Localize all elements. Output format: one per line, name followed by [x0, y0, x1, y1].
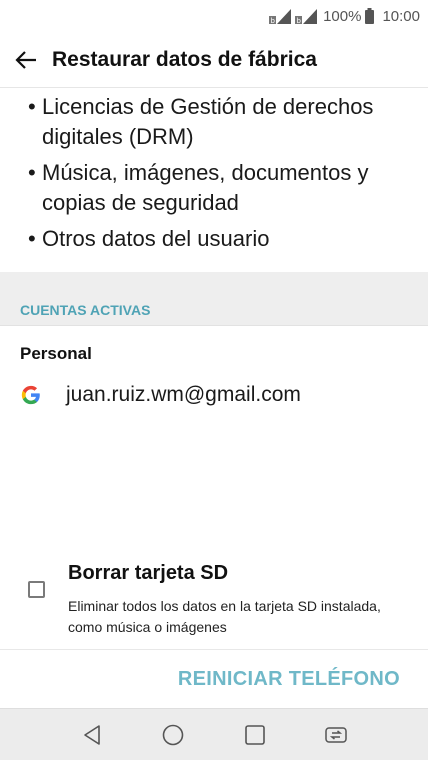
battery-percent: 100%: [323, 7, 362, 25]
list-item-text: Música, imágenes, documentos y copias de…: [42, 160, 369, 215]
list-item-text: Otros datos del usuario: [42, 226, 270, 251]
page-title: Restaurar datos de fábrica: [52, 47, 317, 71]
arrow-left-icon: [15, 50, 36, 69]
account-group-title: Personal: [20, 344, 92, 363]
svg-text:b: b: [297, 17, 302, 24]
signal-icon: b: [269, 9, 292, 24]
erase-sd-option[interactable]: Borrar tarjeta SD Eliminar todos los dat…: [0, 556, 428, 650]
data-list: • Licencias de Gestión de derechos digit…: [0, 88, 428, 272]
section-header-active-accounts: CUENTAS ACTIVAS: [0, 272, 428, 326]
screen: b b 100% 10:00 Restaurar datos de fábric…: [0, 0, 428, 760]
battery-icon: [365, 8, 375, 24]
nav-back-icon[interactable]: [80, 723, 104, 747]
list-item: • Otros datos del usuario: [28, 224, 398, 254]
signal-icon-secondary: b: [295, 9, 318, 24]
bullet-dot: •: [28, 160, 36, 185]
erase-sd-checkbox[interactable]: [28, 581, 45, 598]
google-icon: [21, 385, 40, 405]
action-row: REINICIAR TELÉFONO: [0, 651, 428, 707]
bullet-dot: •: [28, 226, 36, 251]
app-bar: Restaurar datos de fábrica: [0, 32, 428, 88]
nav-switch-sim-icon[interactable]: [324, 723, 348, 747]
erase-sd-title: Borrar tarjeta SD: [68, 562, 229, 584]
navigation-bar: [0, 708, 428, 760]
status-time: 10:00: [382, 7, 420, 25]
nav-home-icon[interactable]: [161, 723, 185, 747]
back-button[interactable]: [0, 32, 52, 88]
bullet-dot: •: [28, 94, 36, 119]
reset-phone-button[interactable]: REINICIAR TELÉFONO: [178, 668, 400, 691]
account-item[interactable]: juan.ruiz.wm@gmail.com: [20, 383, 301, 407]
list-item: • Música, imágenes, documentos y copias …: [28, 158, 398, 218]
nav-recents-icon[interactable]: [243, 723, 267, 747]
erase-sd-description: Eliminar todos los datos en la tarjeta S…: [68, 598, 381, 635]
list-item-text: Licencias de Gestión de derechos digital…: [42, 94, 374, 149]
status-bar: b b 100% 10:00: [0, 0, 428, 32]
list-item: • Licencias de Gestión de derechos digit…: [28, 92, 398, 152]
svg-text:b: b: [271, 17, 276, 24]
account-email: juan.ruiz.wm@gmail.com: [66, 383, 301, 406]
